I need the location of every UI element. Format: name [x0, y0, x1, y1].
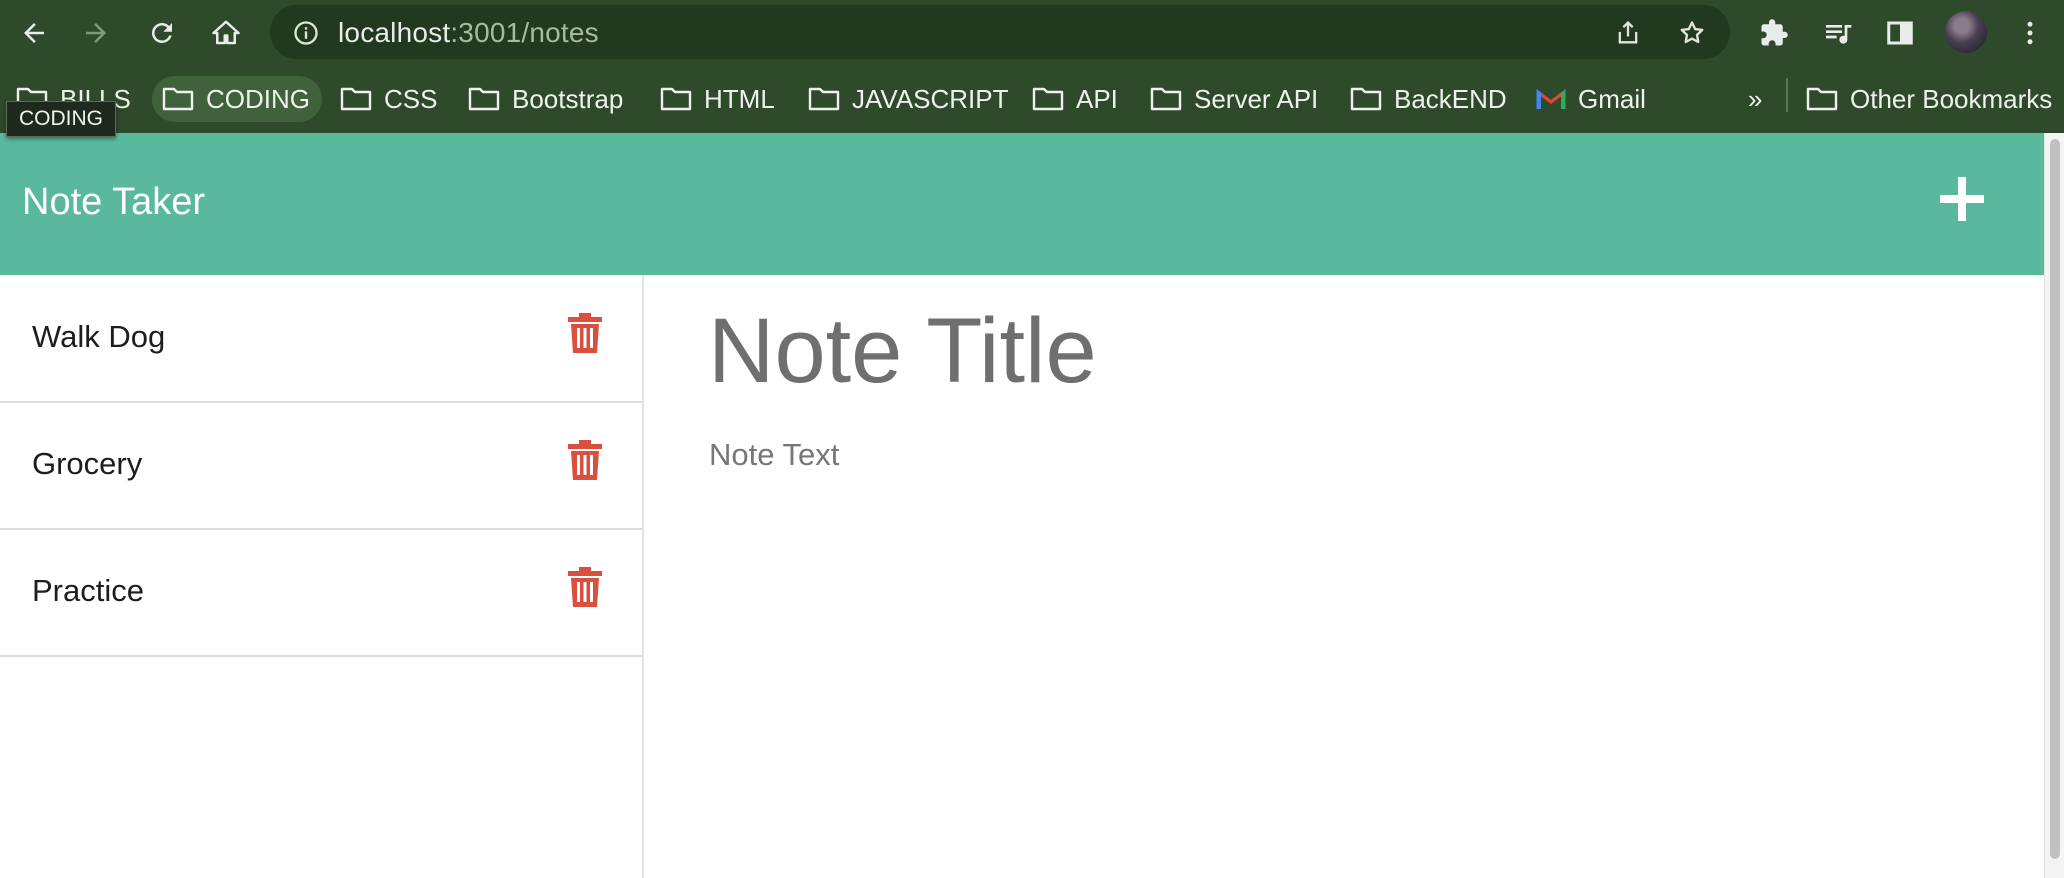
bookmark-label: JAVASCRIPT — [852, 83, 1009, 114]
url-path: :3001/notes — [450, 17, 599, 48]
home-icon — [212, 20, 240, 45]
folder-icon — [1032, 87, 1064, 111]
star-icon[interactable] — [1678, 19, 1706, 47]
bookmark-tooltip: CODING — [6, 101, 116, 137]
bookmark-label: API — [1076, 83, 1118, 114]
bookmark-api[interactable]: API — [1032, 76, 1118, 122]
browser-toolbar: localhost:3001/notes — [0, 0, 2064, 66]
folder-icon — [1150, 87, 1182, 111]
bookmarks-bar: BILLS CODING CSS Bootstrap HTML JAVASCRI… — [0, 66, 2064, 133]
folder-icon — [1806, 87, 1838, 111]
new-note-plus-icon[interactable] — [1934, 171, 1990, 227]
note-list: Walk Dog Grocery Practice — [0, 275, 644, 878]
trash-icon[interactable] — [567, 567, 603, 607]
more-vert-icon — [2027, 21, 2033, 45]
bookmark-bootstrap[interactable]: Bootstrap — [468, 76, 623, 122]
gmail-icon — [1536, 88, 1566, 109]
note-list-item-title: Practice — [32, 573, 144, 608]
page-scrollbar[interactable] — [2044, 133, 2064, 878]
bookmark-label: Other Bookmarks — [1850, 83, 2053, 114]
bookmark-other-bookmarks[interactable]: Other Bookmarks — [1806, 76, 2052, 122]
trash-icon[interactable] — [567, 440, 603, 480]
note-list-item[interactable]: Practice — [0, 529, 642, 657]
note-text-input[interactable]: Note Text — [709, 437, 839, 473]
bookmark-backend[interactable]: BackEND — [1350, 76, 1507, 122]
arrow-right-icon — [86, 23, 106, 43]
bookmark-gmail[interactable]: Gmail — [1536, 76, 1646, 122]
note-editor: Note Title Note Text — [644, 275, 2044, 878]
bookmark-label: BackEND — [1394, 83, 1507, 114]
note-title-input[interactable]: Note Title — [708, 299, 1097, 404]
folder-icon — [468, 87, 500, 111]
bookmark-label: CSS — [384, 83, 438, 114]
app-title[interactable]: Note Taker — [22, 181, 205, 224]
bookmark-label: CODING — [206, 83, 310, 114]
bookmark-javascript[interactable]: JAVASCRIPT — [808, 76, 1009, 122]
extensions-button[interactable] — [1754, 13, 1794, 53]
side-panel-button[interactable] — [1880, 13, 1920, 53]
media-controls-button[interactable] — [1818, 13, 1858, 53]
scrollbar-thumb[interactable] — [2050, 139, 2060, 859]
bookmark-label: Bootstrap — [512, 83, 624, 114]
chrome-menu-button[interactable] — [2010, 13, 2050, 53]
bookmark-coding[interactable]: CODING — [152, 76, 322, 122]
trash-icon[interactable] — [567, 313, 603, 353]
folder-icon — [660, 87, 692, 111]
url-host: localhost — [338, 17, 451, 48]
profile-avatar[interactable] — [1945, 11, 1987, 53]
folder-icon — [1350, 87, 1382, 111]
reload-icon — [151, 22, 172, 43]
bookmarks-divider — [1786, 78, 1788, 112]
browser-chrome: localhost:3001/notes BILLS CODING CSS Bo… — [0, 0, 2064, 133]
folder-icon — [340, 87, 372, 111]
page-content: Note Taker Walk Dog Grocery Practice Not… — [0, 133, 2064, 878]
note-list-item-title: Walk Dog — [32, 319, 166, 354]
note-list-item-title: Grocery — [32, 446, 143, 481]
chevron-double-right-icon: » — [1748, 83, 1763, 114]
bookmark-server-api[interactable]: Server API — [1150, 76, 1318, 122]
home-button[interactable] — [206, 13, 246, 53]
share-icon[interactable] — [1614, 19, 1642, 47]
note-list-item[interactable]: Walk Dog — [0, 275, 642, 403]
arrow-left-icon — [24, 23, 44, 43]
app-navbar: Note Taker — [0, 133, 2044, 275]
bookmark-label: Server API — [1194, 83, 1319, 114]
note-list-item[interactable]: Grocery — [0, 402, 642, 530]
folder-icon — [808, 87, 840, 111]
bookmark-html[interactable]: HTML — [660, 76, 775, 122]
bookmark-css[interactable]: CSS — [340, 76, 437, 122]
info-icon[interactable] — [292, 19, 320, 47]
address-bar[interactable]: localhost:3001/notes — [270, 5, 1730, 59]
forward-button[interactable] — [76, 13, 116, 53]
back-button[interactable] — [14, 13, 54, 53]
bookmark-label: Gmail — [1578, 83, 1646, 114]
side-panel-icon — [1887, 21, 1913, 45]
puzzle-icon — [1761, 19, 1788, 46]
reload-button[interactable] — [142, 13, 182, 53]
bookmark-label: HTML — [704, 83, 775, 114]
bookmarks-overflow-button[interactable]: » — [1748, 76, 1762, 122]
url-text[interactable]: localhost:3001/notes — [338, 17, 599, 49]
queue-music-icon — [1826, 25, 1852, 44]
folder-icon — [162, 87, 194, 111]
